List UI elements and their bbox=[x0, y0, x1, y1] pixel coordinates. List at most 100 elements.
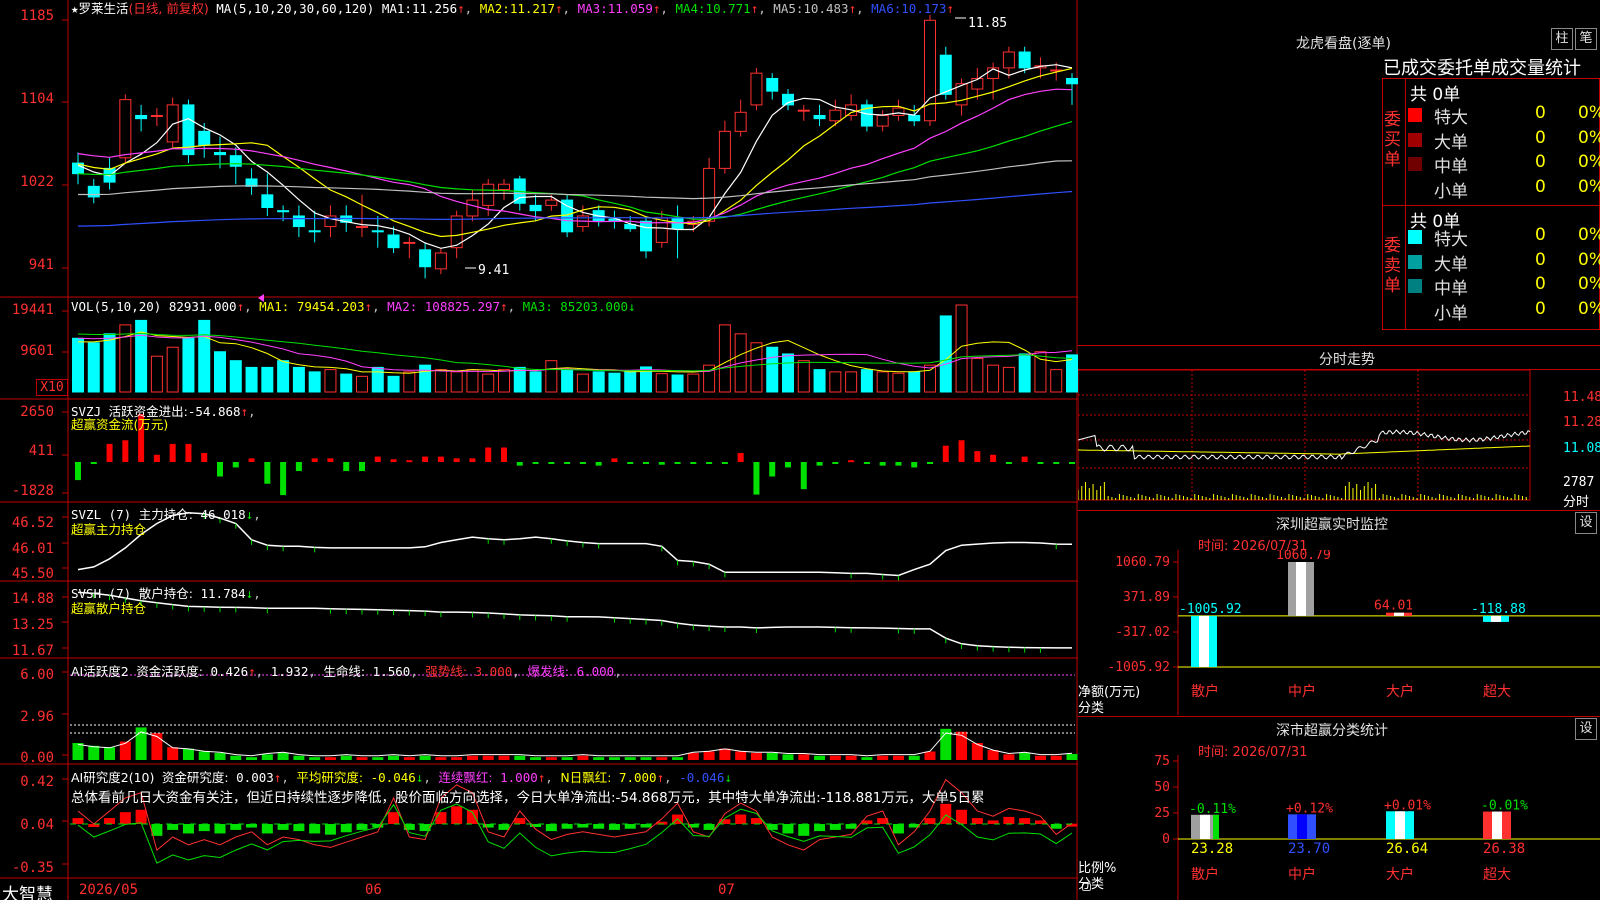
volume-bar bbox=[135, 319, 148, 393]
buy-name: 大单 bbox=[1434, 132, 1468, 153]
candle[interactable] bbox=[229, 147, 242, 185]
intraday-price-3: 11.08 bbox=[1563, 441, 1600, 456]
candle[interactable] bbox=[671, 205, 684, 259]
stock-name[interactable]: 罗莱生活 bbox=[79, 1, 129, 16]
candle[interactable] bbox=[419, 242, 432, 279]
volume-bar bbox=[150, 355, 163, 393]
candle[interactable] bbox=[845, 94, 858, 121]
candle[interactable] bbox=[703, 157, 716, 227]
fund-flow-bar bbox=[390, 459, 397, 462]
candle[interactable] bbox=[87, 178, 100, 204]
candle[interactable] bbox=[182, 99, 195, 164]
candle[interactable] bbox=[829, 99, 842, 127]
vol-ma3: 85203.000 bbox=[560, 299, 629, 314]
monitor-axis-tick: 1060.79 bbox=[1115, 555, 1170, 570]
star-icon: ★ bbox=[71, 1, 79, 16]
candle[interactable] bbox=[498, 178, 510, 201]
intraday-price-1: 11.48 bbox=[1563, 390, 1600, 405]
color-swatch-icon bbox=[1408, 132, 1422, 147]
ai-burst-label: 爆发线: bbox=[527, 664, 570, 679]
intraday-chart[interactable] bbox=[1078, 370, 1600, 510]
column-view-button[interactable]: 柱 bbox=[1551, 28, 1573, 50]
research-bar bbox=[246, 824, 258, 828]
candle[interactable] bbox=[734, 99, 747, 137]
classify-settings-button[interactable]: 设 bbox=[1575, 718, 1597, 740]
vol-ma2: 108825.297 bbox=[424, 299, 501, 314]
candle[interactable] bbox=[245, 168, 258, 195]
candle[interactable] bbox=[766, 73, 779, 100]
research-bar bbox=[577, 824, 589, 828]
sell-pct: 0% bbox=[1578, 298, 1600, 319]
fund-flow-bar bbox=[863, 462, 870, 464]
candle[interactable] bbox=[261, 173, 274, 216]
activity-bar bbox=[750, 752, 762, 760]
main-chart-area[interactable]: 11.85 9.41 bbox=[0, 0, 1078, 900]
research-bar bbox=[119, 812, 131, 824]
activity-bar bbox=[908, 755, 920, 760]
candle[interactable] bbox=[135, 104, 148, 132]
fund-flow-bar bbox=[359, 462, 365, 472]
candle[interactable] bbox=[292, 205, 305, 238]
candle[interactable] bbox=[150, 108, 163, 127]
volume-bar bbox=[182, 337, 195, 393]
candle[interactable] bbox=[434, 247, 447, 275]
activity-bar bbox=[309, 757, 321, 760]
candle[interactable] bbox=[797, 104, 810, 121]
candle[interactable] bbox=[860, 99, 873, 132]
candle[interactable] bbox=[324, 205, 337, 238]
activity-bar bbox=[72, 743, 84, 760]
fund-flow-bar bbox=[501, 447, 507, 462]
stock-period: (日线, 前复权) bbox=[128, 1, 209, 16]
svzl-tick-46-01: 46.01 bbox=[11, 541, 54, 557]
monitor-settings-button[interactable]: 设 bbox=[1575, 512, 1597, 534]
monitor-bar bbox=[1191, 615, 1217, 667]
candle[interactable] bbox=[718, 120, 731, 174]
candle[interactable] bbox=[655, 210, 668, 248]
research-bar bbox=[829, 824, 841, 830]
ai-red-value: 1.000 bbox=[500, 770, 538, 785]
sell-row: 特大 0 0% bbox=[1408, 225, 1600, 250]
candle[interactable] bbox=[356, 194, 368, 238]
candle[interactable] bbox=[308, 210, 321, 243]
candle[interactable] bbox=[876, 110, 889, 132]
fund-flow-bar bbox=[737, 452, 744, 462]
volume-bar bbox=[434, 369, 447, 393]
candle[interactable] bbox=[119, 94, 132, 164]
volume-bar bbox=[687, 373, 700, 393]
volume-bar bbox=[655, 373, 668, 393]
activity-bar bbox=[1050, 755, 1062, 760]
fund-flow-bar bbox=[106, 443, 113, 462]
candle[interactable] bbox=[892, 99, 905, 121]
fund-flow-bar bbox=[564, 462, 571, 464]
candle[interactable] bbox=[371, 215, 384, 248]
candle[interactable] bbox=[987, 62, 1000, 100]
activity-bar bbox=[214, 752, 226, 760]
fund-flow-bar bbox=[169, 443, 176, 462]
activity-bar bbox=[845, 755, 857, 760]
activity-bar bbox=[640, 757, 652, 760]
activity-bar bbox=[766, 752, 778, 760]
fund-flow-bar bbox=[579, 462, 586, 464]
candle[interactable] bbox=[813, 104, 826, 127]
monitor-axis-tick: -1005.92 bbox=[1107, 660, 1170, 675]
ai-research-comment: 总体看前几日大资金有关注，但近日持续性逐步降低，股价面临方向选择，今日大单净流出… bbox=[71, 790, 985, 806]
candle[interactable] bbox=[782, 89, 794, 111]
svzl-subtitle: 超赢主力持仓 bbox=[71, 522, 147, 537]
dragon-tabs[interactable]: 已成交委托单成交量统计 bbox=[1383, 54, 1600, 80]
candle[interactable] bbox=[72, 152, 84, 185]
research-bar bbox=[640, 824, 652, 828]
candle[interactable] bbox=[750, 67, 763, 111]
volume-bar bbox=[782, 353, 794, 393]
candle[interactable] bbox=[924, 15, 936, 127]
ma-line bbox=[77, 88, 1073, 224]
candle[interactable] bbox=[403, 237, 416, 259]
monitor-title: 深圳超赢实时监控 bbox=[1276, 517, 1388, 533]
classify-top-line bbox=[1078, 716, 1600, 717]
trade-view-button[interactable]: 笔 bbox=[1575, 28, 1597, 50]
candle[interactable] bbox=[561, 194, 574, 238]
ma6-arrow: ↑ bbox=[946, 1, 954, 16]
activity-bar bbox=[877, 755, 889, 760]
ai-red-label: 连续飘红: bbox=[438, 770, 493, 785]
vol-tick-9601: 9601 bbox=[20, 343, 54, 359]
fund-flow-bar bbox=[406, 460, 413, 463]
